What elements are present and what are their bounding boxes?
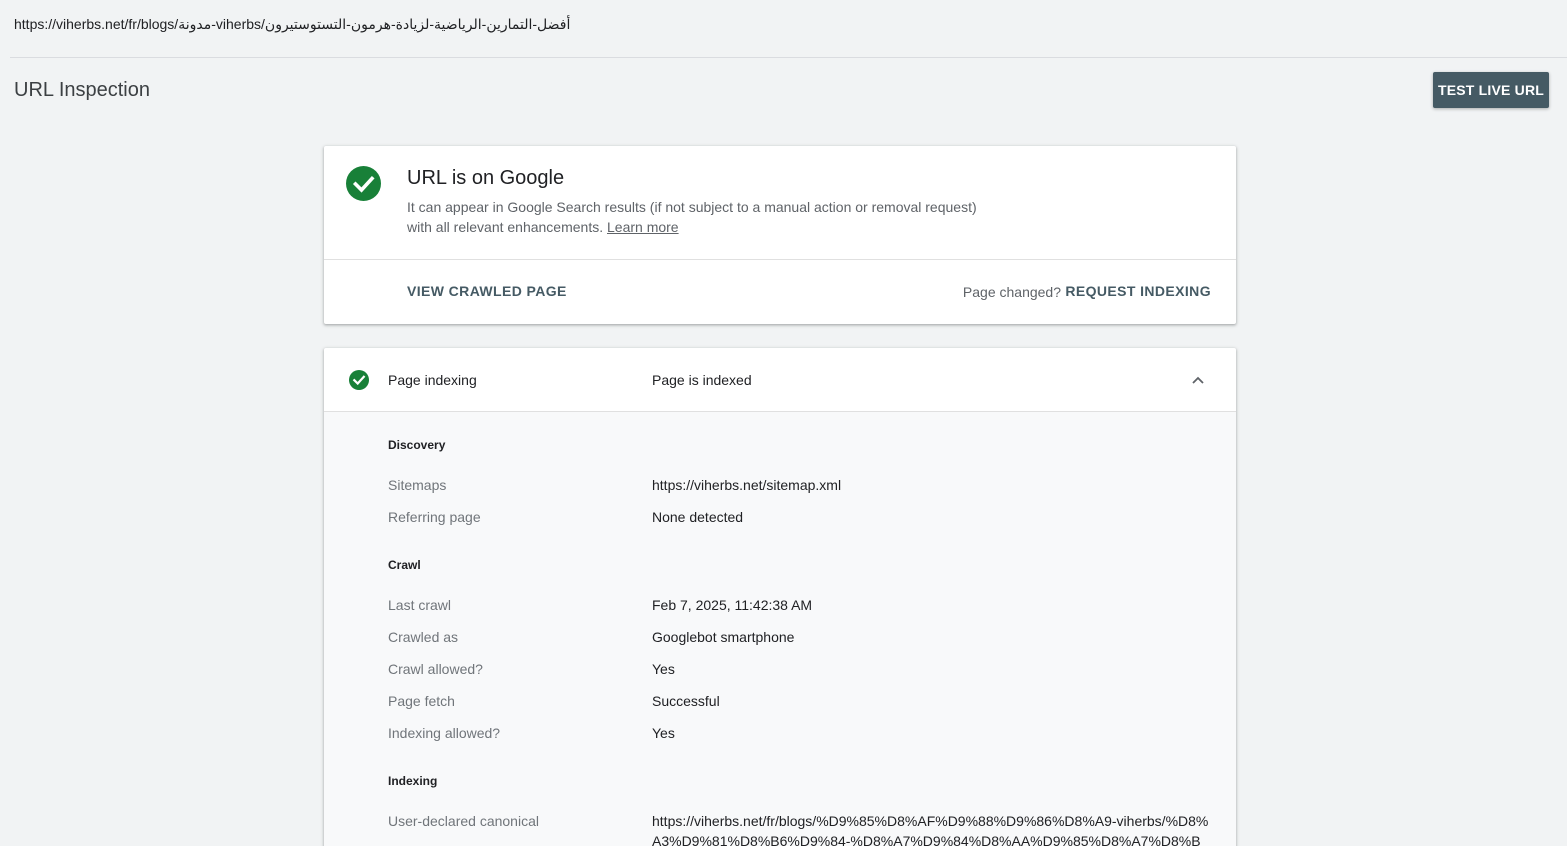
page-fetch-label: Page fetch bbox=[388, 693, 455, 709]
page-title: URL Inspection bbox=[14, 79, 150, 101]
indexing-heading: Indexing bbox=[388, 774, 438, 788]
crawled-as-value: Googlebot smartphone bbox=[652, 629, 795, 645]
page-indexing-card: Page indexing Page is indexed Discovery … bbox=[324, 348, 1236, 846]
page-changed-label: Page changed? bbox=[962, 284, 1061, 300]
request-indexing-button[interactable]: REQUEST INDEXING bbox=[1065, 283, 1211, 299]
crawl-allowed-value: Yes bbox=[652, 661, 675, 677]
referring-page-value: None detected bbox=[652, 509, 744, 525]
inspected-url: https://viherbs.net/fr/blogs/مدونة-viher… bbox=[14, 16, 571, 32]
page-indexing-title: Page indexing bbox=[388, 372, 477, 388]
last-crawl-label: Last crawl bbox=[388, 597, 452, 613]
indexing-allowed-label: Indexing allowed? bbox=[388, 725, 501, 741]
referring-page-label: Referring page bbox=[388, 509, 481, 525]
page-indexing-details: Discovery Sitemaps https://viherbs.net/s… bbox=[324, 412, 1236, 846]
indexing-allowed-value: Yes bbox=[652, 725, 675, 741]
sitemaps-value: https://viherbs.net/sitemap.xml bbox=[652, 477, 842, 493]
url-status-card: URL is on Google It can appear in Google… bbox=[324, 146, 1236, 324]
page-fetch-value: Successful bbox=[652, 693, 720, 709]
last-crawl-value: Feb 7, 2025, 11:42:38 AM bbox=[652, 597, 813, 613]
status-summary: URL is on Google It can appear in Google… bbox=[324, 146, 1236, 259]
check-circle-icon bbox=[349, 370, 369, 390]
page-indexing-status: Page is indexed bbox=[652, 372, 752, 388]
crawl-heading: Crawl bbox=[388, 558, 421, 572]
status-divider bbox=[324, 259, 1236, 260]
status-title: URL is on Google bbox=[407, 167, 565, 189]
status-description-text: It can appear in Google Search results (… bbox=[407, 199, 977, 235]
view-crawled-page-button[interactable]: VIEW CRAWLED PAGE bbox=[407, 283, 567, 299]
status-description: It can appear in Google Search results (… bbox=[407, 197, 977, 237]
crawled-as-label: Crawled as bbox=[388, 629, 459, 645]
learn-more-link[interactable]: Learn more bbox=[607, 219, 679, 235]
test-live-url-button[interactable]: TEST LIVE URL bbox=[1433, 72, 1549, 108]
discovery-heading: Discovery bbox=[388, 438, 446, 452]
sitemaps-label: Sitemaps bbox=[388, 477, 447, 493]
chevron-up-icon[interactable] bbox=[1190, 372, 1206, 388]
crawl-allowed-label: Crawl allowed? bbox=[388, 661, 483, 677]
user-declared-canonical-label: User-declared canonical bbox=[388, 813, 539, 829]
check-circle-icon bbox=[346, 166, 381, 201]
user-declared-canonical-value: https://viherbs.net/fr/blogs/%D9%85%D8%A… bbox=[652, 813, 1209, 846]
page-indexing-header[interactable]: Page indexing Page is indexed bbox=[324, 348, 1236, 412]
url-divider bbox=[10, 57, 1567, 58]
